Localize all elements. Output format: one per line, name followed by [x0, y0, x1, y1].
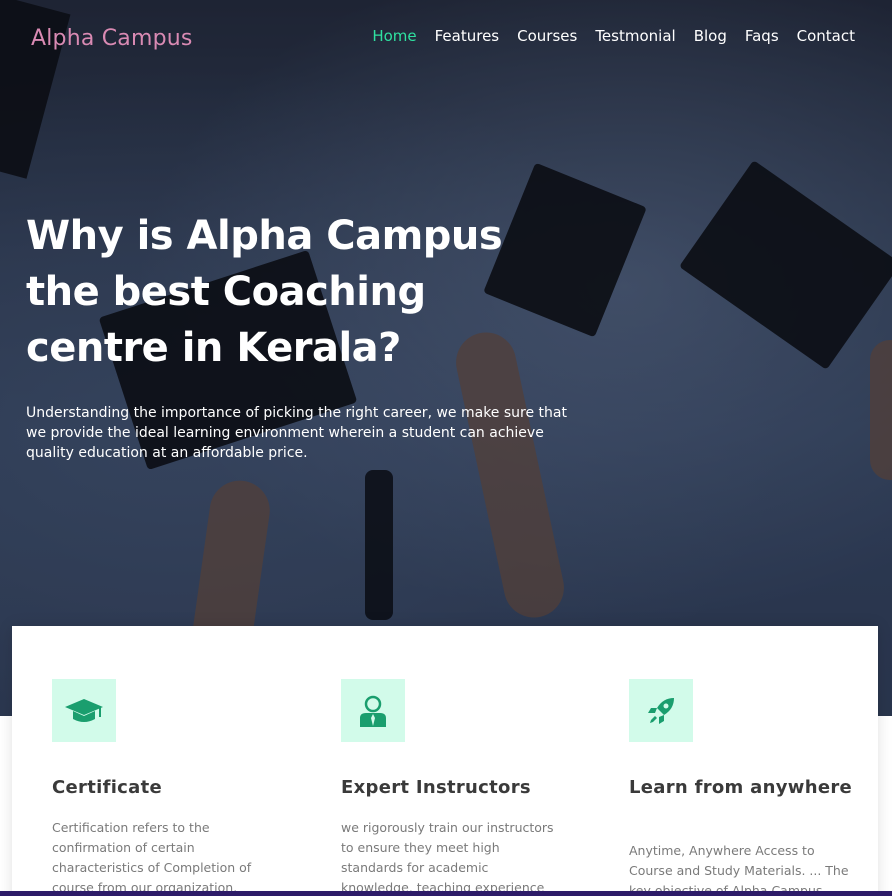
nav-link-faqs[interactable]: Faqs [745, 27, 779, 45]
features-card: Certificate Certification refers to the … [12, 626, 878, 896]
bottom-accent-bar [0, 891, 892, 896]
feature-text: Anytime, Anywhere Access to Course and S… [629, 843, 849, 896]
hero-title: Why is Alpha Campus the best Coaching ce… [26, 208, 566, 376]
nav-link-blog[interactable]: Blog [694, 27, 727, 45]
hero-title-line: centre in Kerala? [26, 325, 401, 371]
hero-title-line: Why is Alpha Campus [26, 213, 503, 259]
graduation-cap-icon [52, 679, 116, 742]
nav-link-contact[interactable]: Contact [797, 27, 855, 45]
rocket-icon [629, 679, 693, 742]
feature-title: Certificate [52, 777, 162, 798]
main-menu: Home Features Courses Testmonial Blog Fa… [372, 27, 855, 45]
nav-link-features[interactable]: Features [435, 27, 500, 45]
instructor-icon [341, 679, 405, 742]
feature-text: we rigorously train our instructors to e… [341, 820, 554, 895]
feature-text: Certification refers to the confirmation… [52, 820, 252, 895]
site-logo[interactable]: Alpha Campus [31, 26, 193, 51]
hero-title-line: the best Coaching [26, 269, 426, 315]
top-navbar: Alpha Campus Home Features Courses Testm… [0, 0, 892, 74]
feature-title: Expert Instructors [341, 777, 531, 798]
hero-description: Understanding the importance of picking … [26, 405, 567, 461]
feature-title: Learn from anywhere [629, 777, 853, 798]
nav-link-courses[interactable]: Courses [517, 27, 577, 45]
nav-link-testimonial[interactable]: Testmonial [595, 27, 675, 45]
nav-link-home[interactable]: Home [372, 27, 416, 45]
